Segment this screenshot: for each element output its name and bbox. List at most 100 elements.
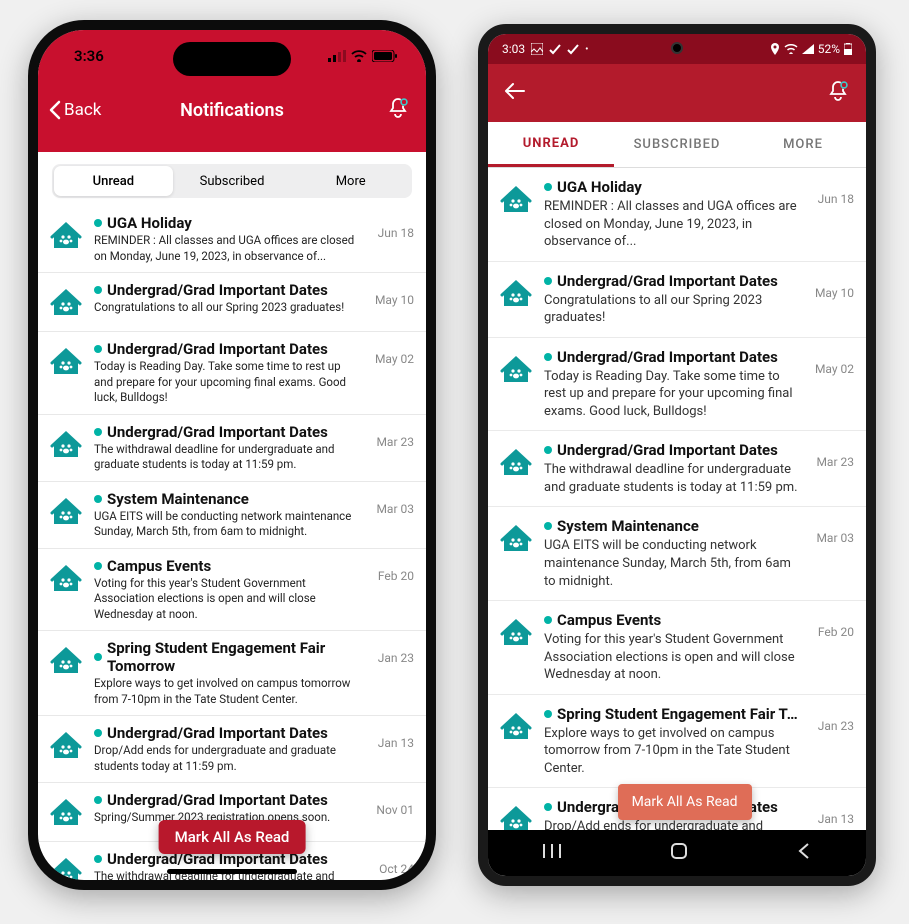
tab-subscribed[interactable]: SUBSCRIBED [614,122,740,167]
notification-row[interactable]: Campus EventsVoting for this year's Stud… [488,601,866,695]
notification-date: Mar 03 [810,517,854,545]
house-paw-icon [50,730,82,762]
android-navbar [488,830,866,876]
notification-body: Explore ways to get involved on campus t… [94,676,362,707]
recents-button[interactable] [542,842,562,864]
notification-date: Mar 23 [372,423,414,449]
unread-dot-icon [94,796,102,804]
notification-body: The withdrawal deadline for undergraduat… [544,461,800,496]
home-button[interactable] [669,841,689,865]
tab-more[interactable]: More [291,166,410,196]
battery-icon [372,50,398,62]
notification-row[interactable]: UGA HolidayREMINDER : All classes and UG… [38,206,426,273]
notification-date: May 10 [372,281,414,307]
tab-subscribed[interactable]: Subscribed [173,166,292,196]
notification-row[interactable]: Spring Student Engagement Fair To…Explor… [488,695,866,789]
notification-row[interactable]: Undergrad/Grad Important DatesToday is R… [38,332,426,415]
settings-button[interactable] [386,96,410,124]
settings-button[interactable] [826,79,850,107]
notification-row[interactable]: Undergrad/Grad Important DatesThe withdr… [488,431,866,507]
dynamic-island [173,42,291,76]
android-device: 3:03 • 52% UNREAD SUBSCRIBED MORE UGA Ho… [478,24,876,886]
battery-percent: 52% [818,42,840,56]
unread-dot-icon [544,353,552,361]
status-time: 3:36 [74,47,104,65]
bell-gear-icon [826,79,850,103]
check-icon [549,43,561,55]
notification-body: Drop/Add ends for undergraduate and grad… [544,818,800,830]
unread-dot-icon [94,345,102,353]
notification-row[interactable]: Undergrad/Grad Important DatesThe withdr… [38,415,426,482]
notification-body: Congratulations to all our Spring 2023 g… [544,292,800,327]
notification-body: Today is Reading Day. Take some time to … [544,368,800,421]
wifi-icon [784,44,798,54]
unread-dot-icon [544,277,552,285]
notification-title: Undergrad/Grad Important Dates [107,340,328,358]
notification-row[interactable]: System Maintenance UGA EITS will be condu… [488,507,866,601]
punch-hole-camera [671,42,683,54]
notification-row[interactable]: Undergrad/Grad Important DatesDrop/Add e… [38,716,426,783]
ios-notification-list[interactable]: UGA HolidayREMINDER : All classes and UG… [38,206,426,880]
notification-body: Congratulations to all our Spring 2023 g… [94,300,362,316]
tab-more[interactable]: MORE [740,122,866,167]
back-button[interactable]: Back [48,100,101,120]
notification-body: UGA EITS will be conducting network main… [544,537,800,590]
status-right [328,50,398,62]
notification-body: UGA EITS will be conducting network main… [94,509,362,540]
android-header [488,64,866,122]
tab-unread[interactable]: Unread [54,166,173,196]
ios-device: 3:36 Back Notifications Unread Subscribe… [28,20,436,890]
notification-row[interactable]: UGA Holiday REMINDER : All classes and UG… [488,168,866,262]
unread-dot-icon [94,219,102,227]
notification-row[interactable]: Spring Student Engagement Fair TomorrowE… [38,631,426,716]
notification-row[interactable]: Campus EventsVoting for this year's Stud… [38,549,426,632]
notification-body: The withdrawal deadline for undergraduat… [94,442,362,473]
notification-date: Jun 18 [372,214,414,240]
notification-row[interactable]: System MaintenanceUGA EITS will be condu… [38,482,426,549]
notification-date: Feb 20 [810,611,854,639]
check-icon [567,43,579,55]
notification-body: REMINDER : All classes and UGA offices a… [544,198,800,251]
android-notification-list[interactable]: UGA Holiday REMINDER : All classes and UG… [488,168,866,830]
unread-dot-icon [94,729,102,737]
bell-gear-icon [386,96,410,120]
battery-icon [844,43,852,55]
notification-date: Mar 23 [810,441,854,469]
home-indicator[interactable] [167,869,297,874]
notification-title: Undergrad/Grad Important Dates [107,423,328,441]
mark-all-read-button[interactable]: Mark All As Read [159,820,306,854]
house-paw-icon [500,523,532,555]
back-button[interactable] [796,842,812,864]
notification-row[interactable]: Undergrad/Grad Important Dates Today is R… [488,338,866,432]
notification-title: System Maintenance [557,517,699,535]
notification-row[interactable]: Undergrad/Grad Important DatesCongratula… [488,262,866,338]
unread-dot-icon [94,495,102,503]
notification-body: REMINDER : All classes and UGA offices a… [94,233,362,264]
ios-tabs: Unread Subscribed More [52,164,412,198]
notification-row[interactable]: Undergrad/Grad Important DatesCongratula… [38,273,426,332]
status-time: 3:03 [502,42,525,56]
notification-title: Undergrad/Grad Important Dates [557,348,778,366]
back-button[interactable] [504,80,526,106]
notification-date: Jan 23 [372,639,414,665]
signal-icon [328,50,346,62]
unread-dot-icon [544,803,552,811]
house-paw-icon [50,429,82,461]
unread-dot-icon [544,446,552,454]
notification-title: UGA Holiday [557,178,642,196]
house-paw-icon [500,447,532,479]
unread-dot-icon [94,562,102,570]
notification-date: Jun 18 [810,178,854,206]
tab-unread[interactable]: UNREAD [488,122,614,167]
house-paw-icon [50,645,82,677]
mark-all-read-button[interactable]: Mark All As Read [618,784,752,820]
ios-header: Back Notifications [38,82,426,152]
wifi-icon [351,50,367,62]
unread-dot-icon [94,653,102,661]
house-paw-icon [50,856,82,880]
notification-date: May 10 [810,272,854,300]
image-icon [531,43,543,55]
house-paw-icon [500,184,532,216]
notification-body: Voting for this year's Student Governmen… [94,576,362,623]
house-paw-icon [50,496,82,528]
